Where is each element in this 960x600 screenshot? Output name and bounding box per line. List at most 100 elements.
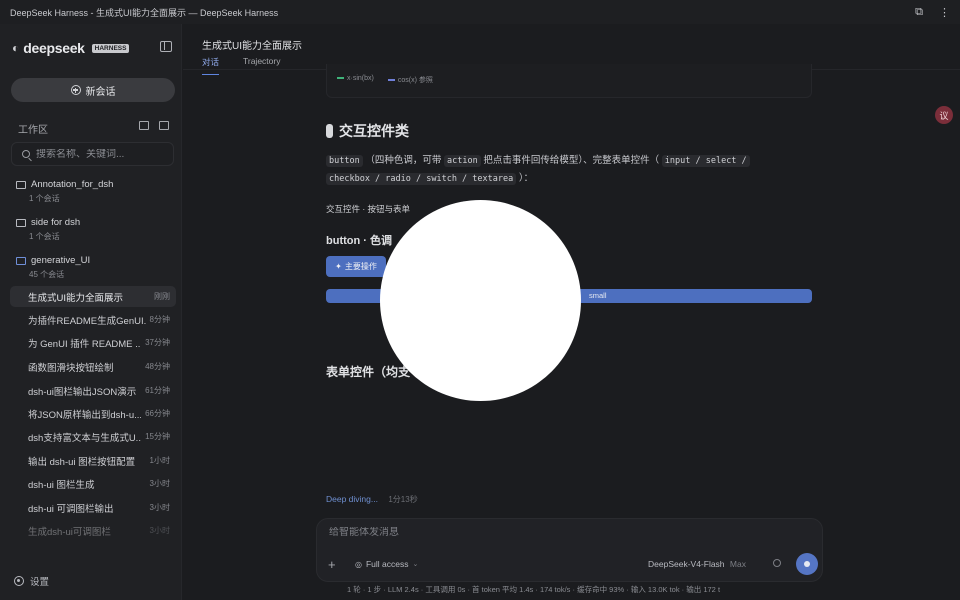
chat-item[interactable]: 为插件README生成GenUI... 8分钟 bbox=[10, 309, 176, 330]
model-mode: Max bbox=[729, 559, 746, 569]
button-heading: button · 色调 bbox=[326, 235, 392, 247]
legend-swatch bbox=[387, 79, 395, 82]
chat-time: 66分钟 bbox=[145, 409, 170, 418]
search-box bbox=[11, 142, 174, 166]
chat-time: 3小时 bbox=[149, 526, 170, 535]
chat-item[interactable]: dsh-ui图栏输出JSON演示 61分钟 bbox=[10, 380, 176, 401]
paragraph-text: （四种色调，可带 bbox=[365, 155, 442, 166]
chat-title: dsh支持富文本与生成式U... bbox=[28, 432, 142, 444]
sidebar: ◐ deepseek HARNESS 新会话 工作区 Annotation_fo… bbox=[0, 24, 182, 600]
mic-icon[interactable] bbox=[773, 559, 781, 567]
chat-title: dsh-ui 图栏生成 bbox=[28, 479, 95, 491]
logo-badge: HARNESS bbox=[91, 43, 130, 53]
chat-item[interactable]: 生成dsh-ui可调图栏 3小时 bbox=[10, 520, 176, 541]
new-chat-label: 新会话 bbox=[85, 86, 116, 98]
chat-item[interactable]: 为 GenUI 插件 README ... 37分钟 bbox=[10, 332, 176, 353]
card-subheading: 交互控件 · 按钮与表单 bbox=[326, 204, 411, 214]
section-title: 交互控件类 bbox=[326, 121, 409, 141]
avatar[interactable]: 议 bbox=[935, 106, 953, 124]
tab-trajectory[interactable]: Trajectory bbox=[243, 56, 280, 72]
model-selector[interactable]: DeepSeek-V4-Flash Max bbox=[648, 559, 746, 569]
chat-item[interactable]: 函数图滑块按钮绘制 48分钟 bbox=[10, 356, 176, 377]
paragraph-text: 把点击事件回传给模型）、完整表单控件（ bbox=[483, 155, 660, 166]
chat-time: 1小时 bbox=[149, 456, 170, 465]
chat-time: 刚刚 bbox=[154, 292, 170, 301]
thinking-label: Deep diving... bbox=[326, 494, 378, 504]
extension-icon[interactable]: ⧉ bbox=[915, 6, 923, 19]
settings-button[interactable]: 设置 bbox=[14, 574, 49, 588]
access-label: Full access bbox=[365, 559, 409, 569]
white-circle-overlay bbox=[380, 200, 581, 401]
chat-time: 3小时 bbox=[149, 479, 170, 488]
chat-time: 15分钟 bbox=[145, 432, 170, 441]
folder-icon bbox=[16, 218, 26, 227]
more-menu-icon[interactable]: ⋮ bbox=[939, 6, 950, 19]
attach-plus-icon[interactable]: + bbox=[328, 557, 336, 572]
pill-icon bbox=[326, 124, 333, 138]
folder-count: 1 个会话 bbox=[29, 232, 60, 241]
gear-icon bbox=[14, 576, 24, 586]
chat-title: 为插件README生成GenUI... bbox=[28, 315, 146, 327]
wide-button-label: small bbox=[589, 291, 607, 300]
filter-icon[interactable] bbox=[139, 121, 149, 130]
chat-title: dsh-ui图栏输出JSON演示 bbox=[28, 386, 137, 398]
title-bar: DeepSeek Harness - 生成式UI能力全面展示 — DeepSee… bbox=[0, 0, 960, 24]
thinking-status[interactable]: Deep diving... 1分13秒 bbox=[326, 494, 418, 505]
chat-item[interactable]: 输出 dsh-ui 图栏按钮配置 1小时 bbox=[10, 450, 176, 471]
model-name: DeepSeek-V4-Flash bbox=[648, 559, 725, 569]
folder-count: 45 个会话 bbox=[29, 270, 65, 279]
chat-time: 37分钟 bbox=[145, 338, 170, 347]
composer: + ◎ Full access ⌄ DeepSeek-V4-Flash Max bbox=[316, 518, 823, 582]
settings-label: 设置 bbox=[30, 577, 50, 588]
folder-name: Annotation_for_dsh bbox=[31, 179, 114, 190]
search-input[interactable] bbox=[36, 148, 156, 160]
folder-item[interactable]: side for dsh 1 个会话 bbox=[16, 217, 80, 242]
chart-legend: x·sin(bx) cos(x) 参照 bbox=[337, 75, 433, 85]
whale-icon: ◐ bbox=[12, 41, 20, 55]
chat-item[interactable]: dsh支持富文本与生成式U... 15分钟 bbox=[10, 426, 176, 447]
paragraph-text: ）： bbox=[518, 173, 534, 184]
send-button[interactable] bbox=[796, 553, 818, 575]
chart-card: x·sin(bx) cos(x) 参照 bbox=[326, 64, 812, 98]
status-line: 1 轮 · 1 步 · LLM 2.4s · 工具调用 0s · 首 token… bbox=[347, 585, 721, 594]
chat-time: 8分钟 bbox=[149, 315, 170, 324]
folder-item[interactable]: Annotation_for_dsh 1 个会话 bbox=[16, 179, 113, 204]
chat-time: 3小时 bbox=[149, 503, 170, 512]
folder-open-icon bbox=[16, 256, 26, 265]
description-paragraph: button （四种色调，可带 action 把点击事件回传给模型）、完整表单控… bbox=[326, 152, 816, 188]
chat-time: 61分钟 bbox=[145, 386, 170, 395]
folder-name: side for dsh bbox=[31, 217, 81, 228]
chat-title: 为 GenUI 插件 README ... bbox=[28, 338, 142, 350]
chat-title: dsh-ui 可调图栏输出 bbox=[28, 503, 114, 515]
chat-item[interactable]: dsh-ui 可调图栏输出 3小时 bbox=[10, 497, 176, 518]
chat-item[interactable]: dsh-ui 图栏生成 3小时 bbox=[10, 473, 176, 494]
new-chat-button[interactable]: 新会话 bbox=[11, 78, 175, 102]
message-input[interactable] bbox=[329, 527, 729, 538]
chevron-down-icon: ⌄ bbox=[412, 561, 419, 568]
chat-title: 生成dsh-ui可调图栏 bbox=[28, 526, 111, 538]
legend-item: cos(x) 参照 bbox=[387, 75, 433, 85]
tab-chat[interactable]: 对话 bbox=[202, 56, 220, 75]
search-icon bbox=[22, 150, 30, 158]
legend-item: x·sin(bx) bbox=[337, 75, 374, 85]
chat-time: 48分钟 bbox=[145, 362, 170, 371]
primary-button-label: 主要操作 bbox=[344, 262, 377, 271]
new-folder-icon[interactable] bbox=[159, 121, 169, 130]
access-selector[interactable]: ◎ Full access ⌄ bbox=[355, 559, 418, 569]
sidebar-toggle-icon[interactable] bbox=[160, 41, 172, 52]
code-token: input / select / bbox=[661, 155, 750, 167]
shield-icon: ◎ bbox=[355, 559, 362, 569]
code-token: action bbox=[444, 155, 481, 167]
primary-action-button[interactable]: ✦ 主要操作 bbox=[326, 256, 386, 277]
logo-text: deepseek bbox=[23, 40, 85, 56]
chat-item[interactable]: 将JSON原样输出到dsh-u... 66分钟 bbox=[10, 403, 176, 424]
rocket-icon: ✦ bbox=[335, 262, 342, 271]
code-token: button bbox=[326, 155, 363, 167]
form-heading: 表单控件（均支 bbox=[326, 365, 411, 379]
folder-item[interactable]: generative_UI 45 个会话 bbox=[16, 255, 90, 280]
legend-label: cos(x) 参照 bbox=[397, 77, 433, 84]
folder-count: 1 个会话 bbox=[29, 194, 60, 203]
legend-swatch bbox=[337, 77, 344, 80]
folder-name: generative_UI bbox=[31, 255, 91, 266]
chat-item[interactable]: 生成式UI能力全面展示 刚刚 bbox=[10, 286, 176, 307]
